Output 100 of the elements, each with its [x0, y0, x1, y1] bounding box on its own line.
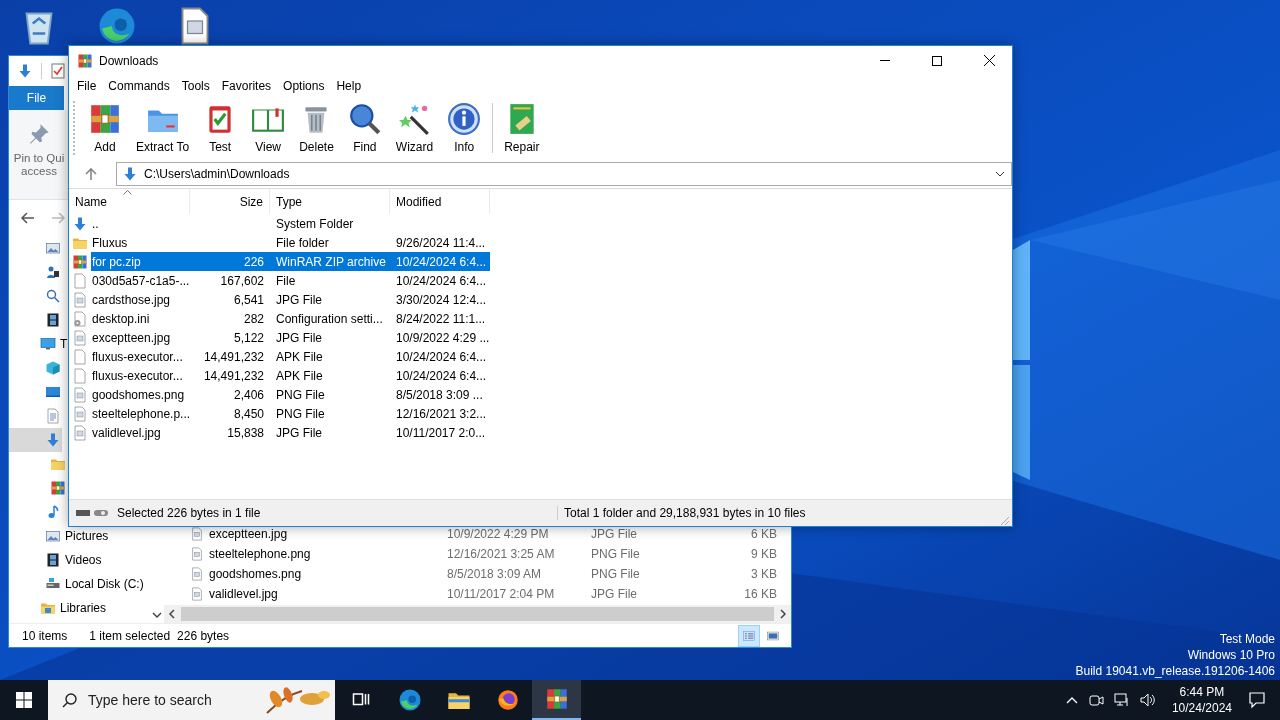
toolbar-button[interactable]: View: [244, 97, 293, 159]
edge-icon: [397, 688, 422, 712]
search-icon: [62, 692, 78, 708]
file-row[interactable]: cardsthose.jpg 6,541 JPG File 3/30/2024 12:4...: [69, 290, 490, 309]
size-cell-text: 282: [242, 310, 265, 328]
image-file-icon: [190, 547, 204, 561]
large-icons-view-icon: [766, 628, 780, 643]
cube-icon: [45, 360, 61, 376]
up-arrow-icon[interactable]: [84, 166, 98, 181]
file-row[interactable]: goodshomes.png 2,406 PNG File 8/5/2018 3:09 ...: [69, 385, 490, 404]
modified-cell: 10/24/2024 6:4...: [390, 252, 490, 271]
file-name[interactable]: validlevel.jpg: [209, 587, 278, 601]
size-cell-text: 9 KB: [750, 547, 777, 561]
network-icon[interactable]: [1113, 692, 1130, 708]
item-count: 10 items: [22, 628, 68, 643]
file-name[interactable]: steeltelephone.png: [209, 547, 311, 561]
windows-logo-icon: [16, 692, 32, 708]
back-arrow-icon[interactable]: [20, 210, 36, 226]
nav-item[interactable]: Libraries: [9, 596, 108, 620]
name-cell-text: 030d5a57-c1a5-...: [91, 272, 190, 290]
taskbar-app[interactable]: [532, 680, 581, 720]
down-arrow-icon: [17, 63, 33, 79]
scroll-down-icon[interactable]: [151, 611, 162, 619]
menu-item[interactable]: Help: [330, 75, 368, 97]
search-field[interactable]: Type here to search: [48, 680, 335, 720]
toolbar-button[interactable]: Info: [440, 97, 489, 159]
file-row[interactable]: Fluxus File folder 9/26/2024 11:4...: [69, 233, 490, 252]
path-field[interactable]: C:\Users\admin\Downloads: [116, 161, 1012, 186]
film-icon: [45, 312, 61, 328]
menu-item[interactable]: Commands: [102, 75, 176, 97]
scroll-left-icon[interactable]: [168, 609, 176, 619]
type-cell-text: JPG File: [591, 527, 638, 541]
notifications-icon[interactable]: [1248, 691, 1266, 709]
image-file-icon: [72, 386, 88, 403]
caret-up-icon[interactable]: [1065, 696, 1078, 704]
toolbar-button[interactable]: Add: [81, 97, 129, 159]
volume-icon[interactable]: [1139, 692, 1156, 708]
column-header[interactable]: Modified: [390, 189, 490, 214]
selection-status: 1 item selected: [89, 628, 171, 643]
nav-item[interactable]: Local Disk (C:): [9, 572, 145, 596]
type-cell-text: File folder: [275, 234, 330, 252]
pictures-icon: [45, 240, 61, 256]
selection-size: 226 bytes: [177, 628, 230, 643]
toolbar-button[interactable]: Delete: [292, 97, 341, 159]
toolbar-button[interactable]: Repair: [497, 97, 547, 159]
menu-item[interactable]: Favorites: [215, 75, 278, 97]
menu-item[interactable]: File: [71, 75, 103, 97]
size-cell-text: 16 KB: [743, 587, 777, 601]
file-row[interactable]: validlevel.jpg 15,838 JPG File 10/11/2017 2:0...: [69, 423, 490, 442]
menu-item[interactable]: Tools: [175, 75, 216, 97]
file-icon: [72, 272, 88, 289]
settings-file-icon: [72, 310, 88, 327]
type-cell-text: JPG File: [275, 291, 323, 309]
toolbar-button[interactable]: Wizard: [388, 97, 441, 159]
ribbon-tab[interactable]: File: [9, 86, 64, 110]
column-header[interactable]: Type: [270, 189, 390, 214]
nav-item[interactable]: T: [9, 332, 69, 356]
magnifier-icon: [347, 102, 382, 136]
name-cell-text: fluxus-executor...: [91, 367, 184, 385]
type-cell-text: PNG File: [591, 567, 641, 581]
properties-icon[interactable]: [50, 63, 66, 79]
close-icon: [983, 55, 995, 66]
scrollbar-thumb[interactable]: [181, 607, 774, 621]
resize-grip-icon[interactable]: [1000, 516, 1010, 526]
image-file-icon: [190, 567, 204, 581]
pin-button[interactable]: Pin to Qui access: [9, 110, 69, 199]
size-cell-text: 5,122: [232, 329, 265, 347]
file-row[interactable]: fluxus-executor... 14,491,232 APK File 10/24/2024 6:4...: [69, 347, 490, 366]
type-cell: WinRAR ZIP archive: [270, 252, 390, 271]
maximize-icon: [932, 55, 942, 66]
toolbar-button[interactable]: Find: [340, 97, 389, 159]
name-cell-text: cardsthose.jpg: [91, 291, 172, 309]
window-title: Downloads: [99, 53, 159, 68]
file-row[interactable]: for pc.zip 226 WinRAR ZIP archive 10/24/2024 6:4...: [69, 252, 490, 271]
file-name[interactable]: exceptteen.jpg: [209, 527, 288, 541]
name-cell-text: fluxus-executor...: [91, 348, 184, 366]
toolbar-button[interactable]: Test: [196, 97, 245, 159]
file-row[interactable]: steeltelephone.p... 8,450 PNG File 12/16/2021 3:2...: [69, 404, 490, 423]
toolbar-button[interactable]: Extract To: [129, 97, 197, 159]
menu-item[interactable]: Options: [277, 75, 331, 97]
dropdown-icon[interactable]: [995, 170, 1005, 177]
file-row[interactable]: desktop.ini 282 Configuration setti... 8/24/2022 11:1...: [69, 309, 490, 328]
clock[interactable]: 6:44 PM 10/24/2024: [1165, 684, 1238, 716]
file-name[interactable]: goodshomes.png: [209, 567, 302, 581]
scroll-right-icon[interactable]: [779, 609, 787, 619]
file-row[interactable]: exceptteen.jpg 5,122 JPG File 10/9/2022 4:29 ...: [69, 328, 490, 347]
file-row[interactable]: fluxus-executor... 14,491,232 APK File 10/24/2024 6:4...: [69, 366, 490, 385]
books-icon: [50, 480, 66, 496]
nav-item[interactable]: Pictures: [9, 524, 110, 548]
sort-caret-icon: [123, 190, 132, 195]
modified-cell-text: 10/24/2024 6:4...: [395, 348, 488, 366]
meet-icon[interactable]: [1087, 692, 1104, 708]
file-row[interactable]: .. System Folder: [69, 214, 490, 233]
size-cell-text: 2,406: [232, 386, 265, 404]
down-arrow-icon: [122, 165, 138, 182]
column-header[interactable]: Size: [190, 189, 270, 214]
file-row[interactable]: 030d5a57-c1a5-... 167,602 File 10/24/2024 6:4...: [69, 271, 490, 290]
column-header[interactable]: Name: [69, 189, 190, 214]
nav-item[interactable]: Videos: [9, 548, 103, 572]
music-note-icon: [45, 504, 61, 520]
